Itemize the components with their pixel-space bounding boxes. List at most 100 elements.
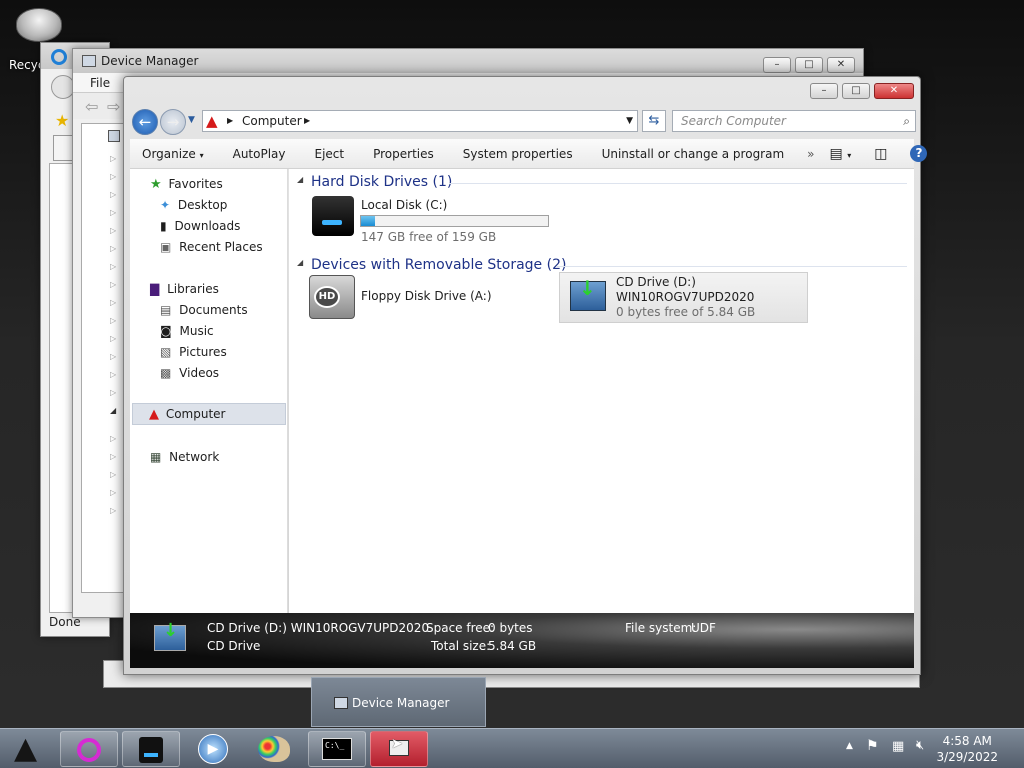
drive-floppy-a[interactable]: HD Floppy Disk Drive (A:) <box>309 273 549 321</box>
tree-expander[interactable]: ▷ <box>110 298 116 307</box>
tree-expander[interactable]: ▷ <box>110 334 116 343</box>
taskbar-preview-popup[interactable]: Device Manager <box>311 677 486 727</box>
organize-button[interactable]: Organize ▾ <box>130 147 213 161</box>
total-size-value: 5.84 GB <box>488 639 537 653</box>
start-button[interactable]: ▲ <box>6 731 52 767</box>
volume-muted-icon[interactable]: 🔇︎ <box>916 738 924 753</box>
close-button[interactable]: ✕ <box>874 83 914 99</box>
properties-button[interactable]: Properties <box>353 147 443 161</box>
nav-downloads[interactable]: ▮ Downloads <box>160 216 240 236</box>
nav-music[interactable]: ◙ Music <box>160 321 214 341</box>
tree-expander[interactable]: ▷ <box>110 280 116 289</box>
forward-button[interactable]: → <box>160 109 186 135</box>
address-dropdown-icon[interactable]: ▼ <box>626 111 633 131</box>
tree-expander[interactable]: ▷ <box>110 434 116 443</box>
group-collapse-icon[interactable]: ◢ <box>297 258 303 267</box>
change-view-icon[interactable]: ▤ ▾ <box>824 146 861 162</box>
back-button[interactable]: ← <box>132 109 158 135</box>
help-icon[interactable]: ? <box>896 145 936 162</box>
tree-expander[interactable]: ▷ <box>110 262 116 271</box>
minimize-button[interactable]: – <box>810 83 838 99</box>
tree-expander[interactable]: ▷ <box>110 208 116 217</box>
refresh-button[interactable]: ⇆ <box>642 110 666 132</box>
autoplay-button[interactable]: AutoPlay <box>213 147 295 161</box>
taskbar-cmd-button[interactable]: C:\_ <box>308 731 366 767</box>
hard-drive-icon <box>312 196 354 236</box>
uninstall-program-button[interactable]: Uninstall or change a program <box>582 147 794 161</box>
forward-arrow-icon[interactable]: ⇨ <box>107 97 120 116</box>
group-collapse-icon[interactable]: ◢ <box>297 175 303 184</box>
more-commands-button[interactable]: » <box>793 147 823 161</box>
ie-favorites-star-icon[interactable]: ★ <box>55 111 69 130</box>
ie-logo-icon <box>77 738 101 762</box>
search-icon[interactable]: ⌕ <box>903 111 910 131</box>
search-input[interactable]: Search Computer ⌕ <box>672 110 916 132</box>
network-status-icon[interactable]: ▦ <box>892 739 904 754</box>
nav-recent-places[interactable]: ▣ Recent Places <box>160 237 263 257</box>
breadcrumb-separator-icon[interactable]: ▶ <box>227 111 233 131</box>
show-hidden-icons-icon[interactable]: ▲ <box>846 741 853 751</box>
nav-pictures[interactable]: ▧ Pictures <box>160 342 227 362</box>
nav-libraries[interactable]: ▇ Libraries <box>150 279 219 299</box>
taskbar-explorer-button[interactable] <box>122 731 180 767</box>
minimize-button[interactable]: – <box>763 57 791 73</box>
system-clock[interactable]: 4:58 AM 3/29/2022 <box>936 733 998 765</box>
computer-explorer-window[interactable]: – □ ✕ ← → ▼ ▲ ▶ Computer ▶ ▼ ⇆ Search Co… <box>123 76 928 675</box>
desktop-icon: ✦ <box>160 198 171 212</box>
menu-file[interactable]: File <box>90 76 110 90</box>
tree-expander[interactable]: ▷ <box>110 316 116 325</box>
tree-expander[interactable]: ▷ <box>110 506 116 515</box>
tree-expander[interactable]: ▷ <box>110 388 116 397</box>
videos-icon: ▩ <box>160 366 172 380</box>
disk-usage-bar <box>360 215 549 227</box>
tree-expander-open[interactable]: ◢ <box>110 406 116 415</box>
action-center-flag-icon[interactable]: ⚑ <box>866 738 879 754</box>
tree-expander[interactable]: ▷ <box>110 172 116 181</box>
taskbar-paint-button[interactable] <box>246 731 304 767</box>
tree-expander[interactable]: ▷ <box>110 226 116 235</box>
maximize-button[interactable]: □ <box>795 57 823 73</box>
removable-storage-header[interactable]: Devices with Removable Storage (2) <box>311 257 566 273</box>
nav-computer[interactable]: ▲ Computer <box>132 403 286 425</box>
tree-expander[interactable]: ▷ <box>110 452 116 461</box>
eject-button[interactable]: Eject <box>295 147 354 161</box>
recycle-bin-icon <box>16 8 62 42</box>
search-placeholder: Search Computer <box>681 114 786 128</box>
documents-icon: ▤ <box>160 303 172 317</box>
close-button[interactable]: ✕ <box>827 57 855 73</box>
content-pane[interactable]: ◢ Hard Disk Drives (1) Local Disk (C:) 1… <box>289 169 914 613</box>
device-tree[interactable]: ▷ ▷ ▷ ▷ ▷ ▷ ▷ ▷ ▷ ▷ ▷ ▷ ▷ ▷ ◢ ▷ ▷ ▷ ▷ ▷ <box>81 123 125 593</box>
address-bar[interactable]: ▲ ▶ Computer ▶ ▼ <box>202 110 638 132</box>
preview-pane-icon[interactable]: ◫ <box>860 146 896 162</box>
tree-expander[interactable]: ▷ <box>110 244 116 253</box>
tree-expander[interactable]: ▷ <box>110 352 116 361</box>
tree-expander[interactable]: ▷ <box>110 470 116 479</box>
recent-pages-dropdown-icon[interactable]: ▼ <box>188 115 195 125</box>
cd-drive-icon: ↓ <box>154 620 186 651</box>
drive-cd-d[interactable]: ↓ CD Drive (D:) WIN10ROGV7UPD2020 0 byte… <box>559 272 808 323</box>
tree-expander[interactable]: ▷ <box>110 488 116 497</box>
tree-expander[interactable]: ▷ <box>110 154 116 163</box>
system-properties-button[interactable]: System properties <box>443 147 582 161</box>
taskbar: ▲ ▶ C:\_ ➤ ▲ ⚑ ▦ 🔇︎ 4:58 AM 3/29/2022 <box>0 728 1024 768</box>
nav-favorites[interactable]: ★ Favorites <box>150 174 223 194</box>
breadcrumb-separator-icon[interactable]: ▶ <box>304 111 310 131</box>
nav-videos[interactable]: ▩ Videos <box>160 363 219 383</box>
taskbar-ie-button[interactable] <box>60 731 118 767</box>
taskbar-media-player-button[interactable]: ▶ <box>184 731 242 767</box>
tree-expander[interactable]: ▷ <box>110 370 116 379</box>
taskbar-device-manager-button[interactable]: ➤ <box>370 731 428 767</box>
back-arrow-icon[interactable]: ⇦ <box>85 97 98 116</box>
maximize-button[interactable]: □ <box>842 83 870 99</box>
breadcrumb-computer[interactable]: Computer <box>242 111 302 131</box>
hard-disk-drives-header[interactable]: Hard Disk Drives (1) <box>311 174 452 190</box>
tree-expander[interactable]: ▷ <box>110 190 116 199</box>
libraries-icon: ▇ <box>150 282 160 296</box>
nav-desktop[interactable]: ✦ Desktop <box>160 195 227 215</box>
space-free-label: Space free: <box>426 621 495 635</box>
nav-network[interactable]: ▦ Network <box>150 447 219 467</box>
device-manager-title: Device Manager <box>101 54 199 68</box>
nav-documents[interactable]: ▤ Documents <box>160 300 248 320</box>
navigation-pane[interactable]: ★ Favorites ✦ Desktop ▮ Downloads ▣ Rece… <box>130 169 288 613</box>
drive-local-c[interactable]: Local Disk (C:) 147 GB free of 159 GB <box>309 193 549 244</box>
